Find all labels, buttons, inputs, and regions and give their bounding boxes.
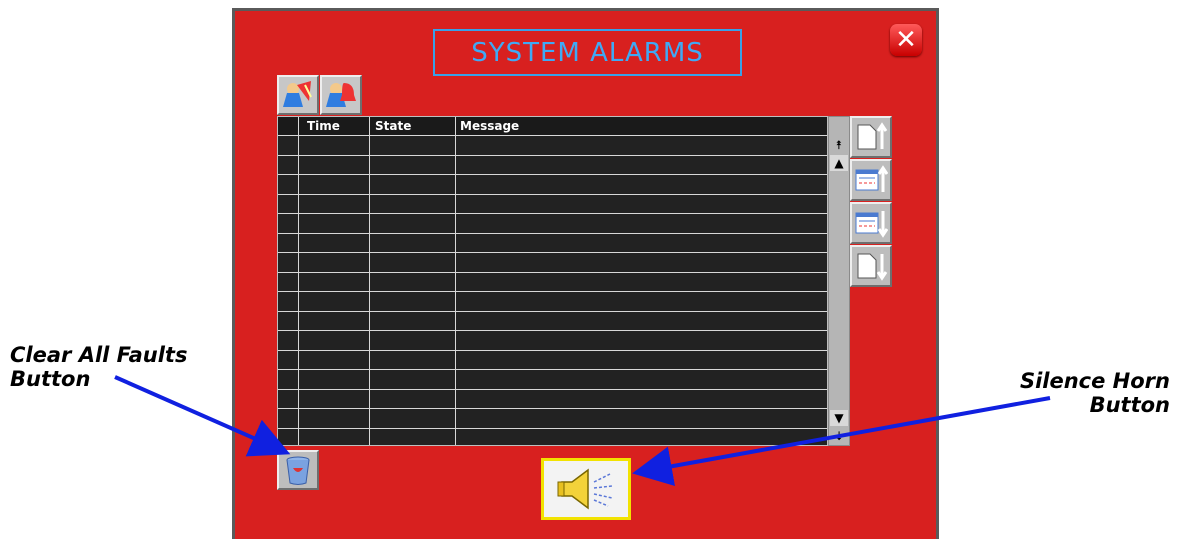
close-button[interactable]: ✕ [890,24,922,56]
table-row[interactable] [278,154,827,156]
alarm-table-scrollbar[interactable]: ⯭ ▲ ▼ ⯯ [828,116,850,446]
table-row[interactable] [278,330,827,331]
column-header-time: Time [307,119,340,133]
scroll-up-button[interactable]: ▲ [830,155,848,171]
clear-all-faults-callout-line1: Clear All Faults [10,343,188,367]
trash-icon [286,456,310,485]
table-row[interactable] [278,291,827,292]
silence-horn-button[interactable] [541,458,631,520]
alarm-table-header: Time State Message [278,117,827,136]
table-row[interactable] [278,310,827,312]
alarm-table[interactable]: Time State Message [277,116,828,446]
page-down-icon [857,253,888,281]
list-up-icon [855,165,888,192]
page-up-icon [857,122,888,150]
table-row[interactable] [278,369,827,370]
silence-horn-callout-line1: Silence Horn [1019,369,1170,393]
scroll-list-down-button[interactable] [850,202,892,244]
silence-horn-callout: Silence Horn Button [1010,369,1170,417]
alarm-filter-button-1[interactable] [277,75,319,115]
table-row[interactable] [278,252,827,253]
column-divider [298,117,299,445]
table-row[interactable] [278,213,827,214]
table-row[interactable] [278,388,827,390]
clear-all-faults-callout-line2: Button [10,367,91,391]
scroll-list-up-button[interactable] [850,159,892,201]
user-bell-icon [326,83,356,107]
column-header-state: State [375,119,412,133]
table-row[interactable] [278,427,827,429]
table-row[interactable] [278,271,827,273]
list-down-icon [855,211,888,238]
table-row[interactable] [278,193,827,195]
column-header-message: Message [460,119,520,133]
panel-title: SYSTEM ALARMS [433,29,742,76]
clear-all-faults-callout: Clear All Faults Button [10,343,187,391]
page-up-button[interactable] [850,116,892,158]
column-divider [455,117,456,445]
column-divider [369,117,370,445]
scroll-top-button[interactable]: ⯭ [830,137,848,153]
down-arrow-icon: ▼ [834,411,844,425]
user-alarm-icon [283,81,312,107]
close-icon: ✕ [895,25,917,55]
clear-all-faults-button[interactable] [277,450,319,490]
table-row[interactable] [278,349,827,351]
double-up-arrow-icon: ⯭ [835,137,843,152]
scroll-down-button[interactable]: ▼ [830,410,848,426]
table-row[interactable] [278,232,827,234]
alarm-filter-button-2[interactable] [320,75,362,115]
speaker-icon [557,468,613,510]
silence-horn-callout-line2: Button [1089,393,1170,417]
scroll-bottom-button[interactable]: ⯯ [830,428,848,444]
double-down-arrow-icon: ⯯ [835,428,843,443]
up-arrow-icon: ▲ [834,156,844,170]
table-row[interactable] [278,174,827,175]
table-row[interactable] [278,408,827,409]
page-down-button[interactable] [850,245,892,287]
